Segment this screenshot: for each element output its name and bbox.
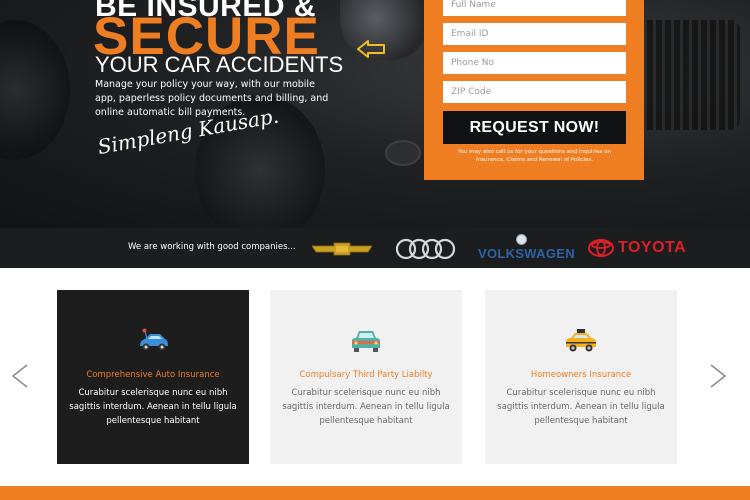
services-section: Comprehensive Auto Insurance Curabitur s… xyxy=(0,268,750,486)
footer-accent-bar xyxy=(0,486,750,500)
chevron-right-icon[interactable] xyxy=(708,363,728,389)
hero-title-line3: YOUR CAR ACCIDENTS xyxy=(95,52,344,77)
volkswagen-logo: VOLKSWAGEN xyxy=(478,234,575,262)
quote-request-form: REQUEST NOW! You may also call us for yo… xyxy=(424,0,644,180)
service-card-title: Homeowners Insurance xyxy=(530,370,632,380)
blue-car-icon xyxy=(140,328,168,351)
vw-badge-icon xyxy=(516,234,527,245)
service-card-text: Curabitur scelerisque nunc eu nibh sagit… xyxy=(282,388,450,426)
service-card-text: Curabitur scelerisque nunc eu nibh sagit… xyxy=(497,388,665,426)
car-wheel-image xyxy=(0,20,70,160)
service-card-comprehensive[interactable]: Comprehensive Auto Insurance Curabitur s… xyxy=(57,290,249,464)
chevrolet-logo xyxy=(312,242,372,256)
hero-banner: BE INSURED & SECURE YOUR CAR ACCIDENTS M… xyxy=(0,0,750,228)
toyota-text: TOYOTA xyxy=(618,239,687,256)
toyota-logo: TOYOTA xyxy=(588,238,693,258)
service-card-third-party[interactable]: Compulsary Third Party Liabilty Curabitu… xyxy=(270,290,462,464)
form-note: You may also call us for your questions … xyxy=(457,149,612,163)
service-card-title: Compulsary Third Party Liabilty xyxy=(299,370,433,380)
request-now-button[interactable]: REQUEST NOW! xyxy=(443,111,626,144)
taxi-icon xyxy=(566,329,596,352)
email-input[interactable] xyxy=(443,23,626,45)
chevron-left-icon[interactable] xyxy=(10,363,30,389)
zip-code-input[interactable] xyxy=(443,81,626,103)
full-name-input[interactable] xyxy=(443,0,626,16)
service-card-text: Curabitur scelerisque nunc eu nibh sagit… xyxy=(69,388,237,426)
toyota-emblem-icon xyxy=(588,239,614,257)
partners-text: We are working with good companies... xyxy=(128,242,296,252)
audi-logo xyxy=(395,238,456,260)
service-card-title: Comprehensive Auto Insurance xyxy=(86,370,220,380)
service-card-homeowners[interactable]: Homeowners Insurance Curabitur scelerisq… xyxy=(485,290,677,464)
car-foglight-image xyxy=(385,140,421,166)
arrow-left-icon xyxy=(357,40,385,58)
green-car-icon xyxy=(352,331,380,352)
phone-input[interactable] xyxy=(443,52,626,74)
volkswagen-text: VOLKSWAGEN xyxy=(478,246,575,261)
partners-bar: We are working with good companies... VO… xyxy=(0,228,750,268)
